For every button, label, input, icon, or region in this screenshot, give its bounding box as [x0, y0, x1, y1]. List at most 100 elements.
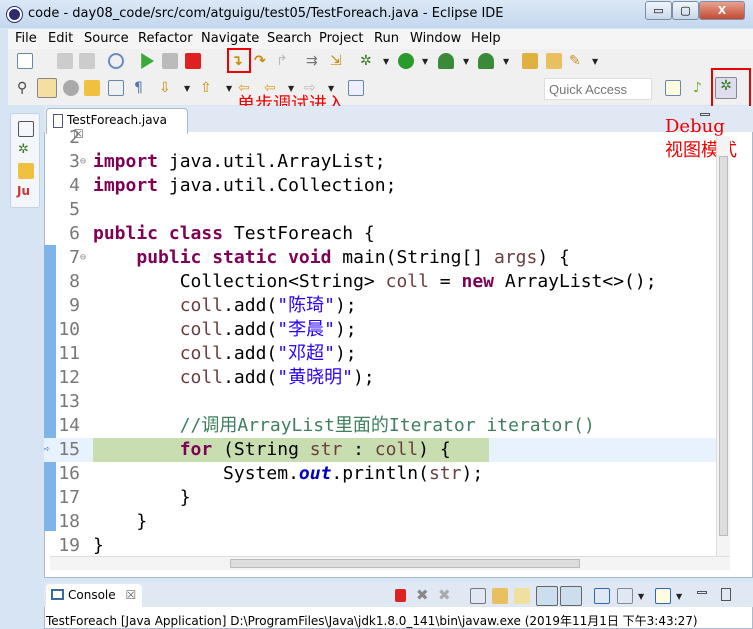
- search-icon[interactable]: ✎: [569, 53, 585, 69]
- debug-view-icon[interactable]: ✲: [18, 142, 34, 158]
- menu-file[interactable]: File: [15, 31, 37, 46]
- minimize-console-icon[interactable]: [697, 591, 707, 594]
- clear-console-icon[interactable]: [470, 588, 486, 604]
- coverage-icon[interactable]: [438, 53, 454, 69]
- open-task-icon[interactable]: [546, 53, 562, 69]
- pin-editor-icon[interactable]: [348, 80, 364, 96]
- menu-project[interactable]: Project: [319, 31, 363, 46]
- resume-icon[interactable]: [141, 53, 154, 69]
- chevron-down-icon[interactable]: ▼: [226, 84, 232, 93]
- display-console-icon[interactable]: [617, 588, 633, 604]
- open-perspective-icon[interactable]: [665, 80, 681, 96]
- terminate-console-icon[interactable]: [395, 589, 406, 602]
- restore-icon[interactable]: [18, 121, 34, 137]
- menu-search[interactable]: Search: [267, 31, 312, 46]
- breadcrumb-icon[interactable]: [63, 80, 79, 96]
- chevron-down-icon[interactable]: ▼: [592, 57, 598, 66]
- disconnect-icon[interactable]: [207, 53, 223, 69]
- menu-navigate[interactable]: Navigate: [201, 31, 259, 46]
- remove-launch-icon[interactable]: ✖: [416, 586, 429, 604]
- terminate-icon[interactable]: [185, 53, 201, 69]
- code-line[interactable]: 6 public class TestForeach {: [44, 222, 716, 246]
- menu-window[interactable]: Window: [410, 31, 461, 46]
- console-tab-close-icon[interactable]: ☒: [125, 588, 136, 602]
- chevron-down-icon[interactable]: ▼: [503, 57, 509, 66]
- pin-icon[interactable]: ⚲: [17, 80, 33, 96]
- save-icon[interactable]: [57, 53, 73, 69]
- code-line[interactable]: 10 coll.add("李晨");: [44, 318, 716, 342]
- use-step-filters-icon[interactable]: ⇲: [330, 53, 346, 69]
- code-line[interactable]: 7 ⊖ public static void main(String[] args…: [44, 246, 716, 270]
- code-line[interactable]: 4 import java.util.Collection;: [44, 174, 716, 198]
- code-line[interactable]: 2: [44, 126, 716, 150]
- chevron-down-icon[interactable]: ▼: [383, 57, 389, 66]
- code-line[interactable]: 9 coll.add("陈琦");: [44, 294, 716, 318]
- menu-source[interactable]: Source: [84, 31, 129, 46]
- next-annotation-icon[interactable]: ⇩: [159, 80, 175, 96]
- chevron-down-icon[interactable]: ▼: [676, 592, 682, 601]
- junit-icon[interactable]: Ju: [17, 184, 33, 200]
- code-line[interactable]: 17 }: [44, 486, 716, 510]
- variables-view-icon[interactable]: [18, 163, 34, 179]
- code-line[interactable]: 12 coll.add("黄晓明");: [44, 366, 716, 390]
- block-selection-icon[interactable]: [84, 80, 100, 96]
- toggle-mark-occurrences-icon[interactable]: [37, 78, 57, 98]
- maximize-button[interactable]: ▢: [672, 1, 699, 20]
- show-on-stdout-icon[interactable]: [536, 586, 558, 606]
- code-line[interactable]: 14 //调用ArrayList里面的Iterator iterator(): [44, 414, 716, 438]
- fold-icon[interactable]: ⊖: [80, 246, 86, 270]
- java-perspective-icon[interactable]: ♪: [693, 80, 709, 96]
- chevron-down-icon[interactable]: ▼: [463, 57, 469, 66]
- menu-run[interactable]: Run: [374, 31, 399, 46]
- chevron-down-icon[interactable]: ▼: [184, 84, 190, 93]
- code-line[interactable]: ➪ 15 for (String str : coll) {: [44, 438, 716, 462]
- debug-icon[interactable]: ✲: [360, 53, 376, 69]
- run-icon[interactable]: [398, 53, 414, 69]
- save-all-icon[interactable]: [79, 53, 95, 69]
- maximize-console-icon[interactable]: [721, 588, 731, 601]
- skip-breakpoints-icon[interactable]: [108, 53, 124, 69]
- show-on-stderr-icon[interactable]: [560, 586, 582, 606]
- pin-console-icon[interactable]: [594, 588, 610, 604]
- code-line[interactable]: 8 Collection<String> coll = new ArrayLis…: [44, 270, 716, 294]
- tab-console[interactable]: Console ☒: [46, 584, 142, 608]
- drop-to-frame-icon[interactable]: ⇉: [306, 53, 322, 69]
- minimize-button[interactable]: ▭: [645, 1, 672, 20]
- chevron-down-icon[interactable]: ▼: [422, 57, 428, 66]
- open-console-icon[interactable]: [655, 588, 671, 604]
- code-line[interactable]: 5: [44, 198, 716, 222]
- vertical-scrollbar[interactable]: [716, 136, 730, 556]
- step-return-icon[interactable]: ↱: [276, 53, 292, 69]
- close-button[interactable]: X: [699, 1, 745, 20]
- open-type-icon[interactable]: [522, 53, 538, 69]
- scroll-thumb[interactable]: [719, 156, 728, 536]
- code-line[interactable]: 19}: [44, 534, 716, 556]
- menu-help[interactable]: Help: [471, 31, 501, 46]
- quick-access-input[interactable]: [544, 78, 652, 100]
- horizontal-scrollbar[interactable]: [50, 556, 730, 570]
- menu-edit[interactable]: Edit: [48, 31, 73, 46]
- external-tools-icon[interactable]: [478, 53, 494, 69]
- new-icon[interactable]: [17, 53, 33, 69]
- code-editor[interactable]: 2 3 ⊖ import java.util.ArrayList; 4 import ja…: [44, 126, 716, 556]
- scroll-lock-icon[interactable]: [492, 588, 508, 604]
- step-over-icon[interactable]: ↷: [254, 53, 270, 69]
- minimize-editor-icon[interactable]: [700, 113, 710, 116]
- fold-icon[interactable]: ⊖: [80, 150, 86, 174]
- show-whitespace-icon[interactable]: [108, 80, 124, 96]
- code-line[interactable]: 18 }: [44, 510, 716, 534]
- previous-annotation-icon[interactable]: ⇧: [200, 80, 216, 96]
- menu-refactor[interactable]: Refactor: [138, 31, 193, 46]
- code-token: }: [93, 511, 148, 532]
- code-line[interactable]: 16 System.out.println(str);: [44, 462, 716, 486]
- code-line[interactable]: 13: [44, 390, 716, 414]
- code-line[interactable]: 3 ⊖ import java.util.ArrayList;: [44, 150, 716, 174]
- scroll-thumb[interactable]: [230, 559, 580, 568]
- suspend-icon[interactable]: [162, 53, 178, 69]
- chevron-down-icon[interactable]: ▼: [638, 592, 644, 601]
- pilcrow-icon[interactable]: ¶: [134, 80, 150, 96]
- word-wrap-icon[interactable]: [514, 588, 530, 604]
- code-line[interactable]: 11 coll.add("邓超");: [44, 342, 716, 366]
- remove-all-launches-icon[interactable]: ✖: [438, 586, 451, 604]
